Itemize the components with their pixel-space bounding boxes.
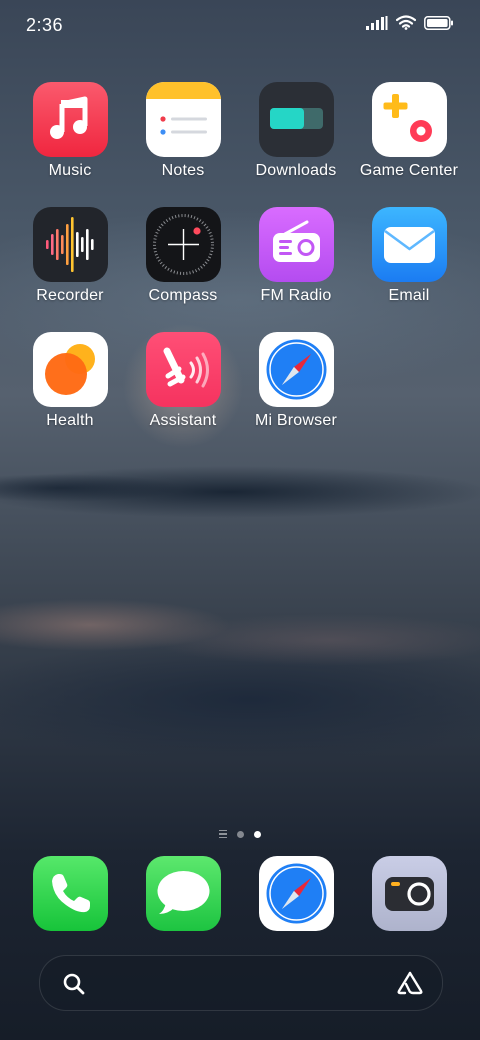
recorder-icon xyxy=(32,207,108,282)
phone-icon xyxy=(52,874,90,913)
app-label: Compass xyxy=(148,287,218,304)
notes-icon xyxy=(145,82,221,157)
app-mi-browser[interactable]: Mi Browser xyxy=(241,332,351,430)
app-label: Email xyxy=(388,287,430,304)
app-label: Downloads xyxy=(255,162,337,179)
browser-icon xyxy=(258,332,334,407)
app-email[interactable]: Email xyxy=(354,207,464,305)
app-label: Recorder xyxy=(36,287,104,304)
app-assistant[interactable]: Assistant xyxy=(128,332,238,430)
browser-icon xyxy=(266,863,327,924)
dock-messages[interactable] xyxy=(146,856,221,931)
app-label: Health xyxy=(46,412,94,429)
messages-icon xyxy=(157,871,210,914)
dock-camera[interactable] xyxy=(372,856,447,931)
music-icon xyxy=(32,82,108,157)
cellular-signal-icon xyxy=(366,15,388,30)
app-game-center[interactable]: Game Center xyxy=(354,82,464,180)
health-icon xyxy=(32,332,108,407)
downloads-icon xyxy=(258,82,334,157)
status-time: 2:36 xyxy=(26,15,64,35)
app-downloads[interactable]: Downloads xyxy=(241,82,351,180)
app-label: Assistant xyxy=(149,412,217,429)
battery-icon xyxy=(424,15,453,30)
email-icon xyxy=(371,207,447,282)
search-bar[interactable] xyxy=(39,955,443,1011)
app-label: Mi Browser xyxy=(254,412,337,429)
app-list-indicator[interactable] xyxy=(219,830,227,838)
status-icons xyxy=(366,15,454,30)
game-center-icon xyxy=(371,82,447,157)
app-notes[interactable]: Notes xyxy=(128,82,238,180)
app-label: Game Center xyxy=(359,162,459,179)
page-dot-active[interactable] xyxy=(254,830,261,838)
app-label: FM Radio xyxy=(260,287,332,304)
app-label: Notes xyxy=(161,162,205,179)
app-recorder[interactable]: Recorder xyxy=(15,207,125,305)
search-icon[interactable] xyxy=(62,972,86,996)
radio-icon xyxy=(258,207,334,282)
app-health[interactable]: Health xyxy=(15,332,125,430)
page-indicator[interactable] xyxy=(0,830,480,838)
camera-icon xyxy=(385,877,434,911)
dock-browser[interactable] xyxy=(259,856,334,931)
app-compass[interactable]: Compass xyxy=(128,207,238,305)
dock-phone[interactable] xyxy=(33,856,108,931)
page-dot[interactable] xyxy=(237,830,244,838)
app-label: Music xyxy=(48,162,92,179)
assistant-icon[interactable] xyxy=(396,970,424,996)
app-music[interactable]: Music xyxy=(15,82,125,180)
assistant-app-icon xyxy=(145,332,221,407)
compass-icon xyxy=(145,207,221,282)
wifi-icon xyxy=(396,15,416,30)
app-fm-radio[interactable]: FM Radio xyxy=(241,207,351,305)
status-bar: 2:36 xyxy=(0,0,480,52)
